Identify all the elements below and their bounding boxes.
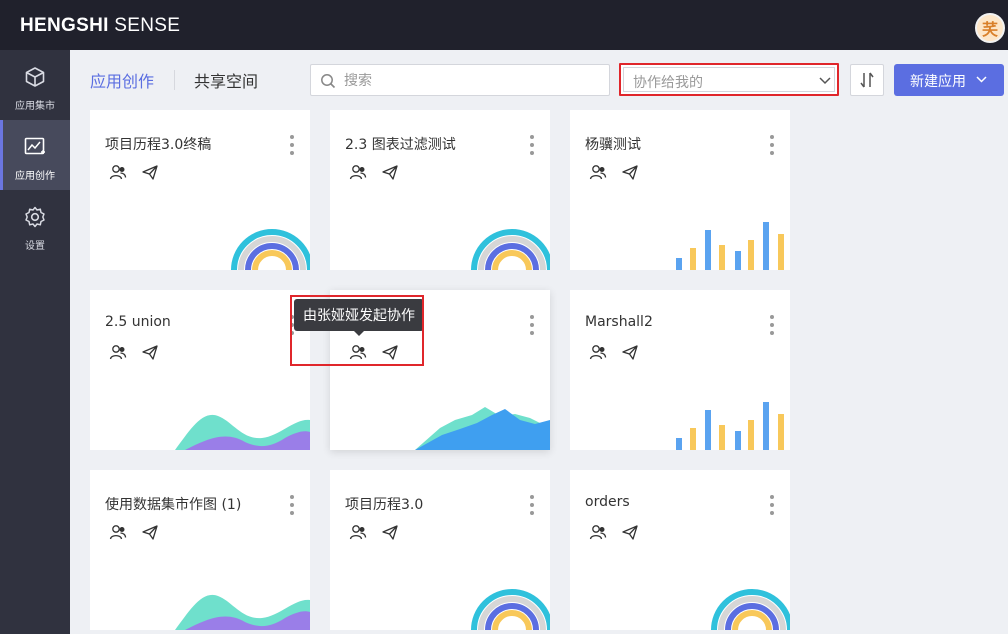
more-menu-icon[interactable] <box>287 134 297 156</box>
top-bar: HENGSHI SENSE 芺 <box>0 0 1008 50</box>
nav-item-label: 应用创作 <box>15 171 55 182</box>
tab-shared-space[interactable]: 共享空间 <box>194 68 258 92</box>
collaborator-icon[interactable] <box>109 344 127 364</box>
app-card[interactable]: Marshall2 <box>570 290 790 450</box>
search-icon <box>321 74 336 89</box>
share-send-icon[interactable] <box>382 165 398 184</box>
side-nav: 应用集市 应用创作 设置 <box>0 50 70 634</box>
sort-button[interactable] <box>850 64 884 96</box>
share-send-icon[interactable] <box>142 165 158 184</box>
nav-item-label: 应用集市 <box>15 101 55 112</box>
app-card[interactable]: 项目历程3.0终稿 <box>90 110 310 270</box>
tab-app-create[interactable]: 应用创作 <box>90 68 154 92</box>
collaborator-icon[interactable] <box>109 524 127 544</box>
card-title: 项目历程3.0 <box>345 497 424 513</box>
cube-icon <box>25 67 45 87</box>
more-menu-icon[interactable] <box>767 134 777 156</box>
user-avatar[interactable]: 芺 <box>975 13 1005 43</box>
card-title: 使用数据集市作图 (1) <box>105 497 242 513</box>
card-title: 2.3 图表过滤测试 <box>345 137 456 153</box>
share-send-icon[interactable] <box>382 525 398 544</box>
app-card[interactable]: orders <box>570 470 790 630</box>
more-menu-icon[interactable] <box>527 494 537 516</box>
new-app-label: 新建应用 <box>910 74 966 90</box>
search-input[interactable] <box>344 70 599 92</box>
app-card[interactable]: 2.3 图表过滤测试 <box>330 110 550 270</box>
share-send-icon[interactable] <box>142 525 158 544</box>
app-card[interactable]: 2.5 union <box>90 290 310 450</box>
nav-item-app-create[interactable]: 应用创作 <box>0 120 70 190</box>
select-value: 协作给我的 <box>633 75 703 91</box>
more-menu-icon[interactable] <box>527 314 537 336</box>
collaborator-icon[interactable] <box>349 524 367 544</box>
new-app-button[interactable]: 新建应用 <box>894 64 1004 96</box>
tab-divider <box>174 70 175 90</box>
sort-icon <box>860 72 874 88</box>
share-send-icon[interactable] <box>622 165 638 184</box>
collaborator-icon[interactable] <box>589 344 607 364</box>
more-menu-icon[interactable] <box>767 494 777 516</box>
app-card[interactable]: 杨骥测试 <box>570 110 790 270</box>
card-title: 项目历程3.0终稿 <box>105 137 212 153</box>
collaborator-icon[interactable] <box>349 344 367 364</box>
more-menu-icon[interactable] <box>527 134 537 156</box>
search-box <box>310 64 610 96</box>
collaborator-icon[interactable] <box>349 164 367 184</box>
app-card[interactable]: 项目历程3.0 <box>330 470 550 630</box>
brand-logo[interactable]: HENGSHI SENSE <box>20 15 180 37</box>
share-send-icon[interactable] <box>622 525 638 544</box>
nav-item-label: 设置 <box>25 241 45 252</box>
share-send-icon[interactable] <box>142 345 158 364</box>
card-title: orders <box>585 494 630 510</box>
select-field: 协作给我的 <box>623 67 835 92</box>
collab-tooltip: 由张娅娅发起协作 <box>294 299 424 336</box>
nav-item-app-market[interactable]: 应用集市 <box>0 50 70 120</box>
share-send-icon[interactable] <box>622 345 638 364</box>
nav-item-settings[interactable]: 设置 <box>0 190 70 260</box>
gear-icon <box>25 206 45 228</box>
card-title: 2.5 union <box>105 314 171 330</box>
card-title: Marshall2 <box>585 314 653 330</box>
card-title: 杨骥测试 <box>585 137 641 153</box>
chevron-down-icon <box>819 77 831 85</box>
collaborator-icon[interactable] <box>589 524 607 544</box>
app-card[interactable]: 使用数据集市作图 (1) <box>90 470 310 630</box>
chevron-down-icon <box>976 76 987 83</box>
share-send-icon[interactable] <box>382 345 398 364</box>
collab-filter-select[interactable]: 协作给我的 <box>619 63 839 96</box>
more-menu-icon[interactable] <box>287 494 297 516</box>
collaborator-icon[interactable] <box>589 164 607 184</box>
more-menu-icon[interactable] <box>767 314 777 336</box>
chart-edit-icon <box>24 137 45 155</box>
collaborator-icon[interactable] <box>109 164 127 184</box>
